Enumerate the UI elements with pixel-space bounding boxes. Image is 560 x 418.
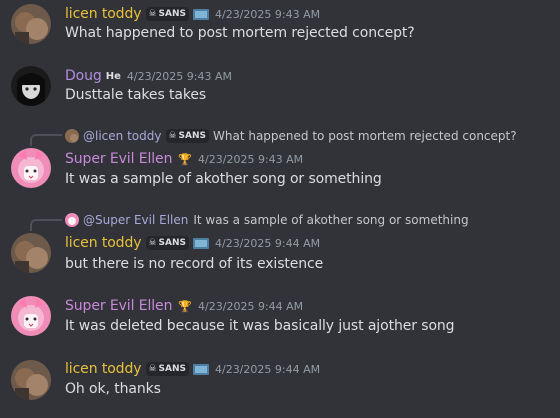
message-text: It was a sample of akother song or somet… bbox=[65, 171, 382, 187]
server-tag[interactable]: ☠ SANS bbox=[146, 362, 189, 376]
avatar[interactable] bbox=[11, 360, 51, 400]
reply-preview[interactable]: @licen toddy ☠ SANS What happened to post… bbox=[65, 128, 517, 144]
server-tag[interactable]: ☠ SANS bbox=[146, 7, 189, 21]
skull-icon: ☠ bbox=[168, 131, 177, 141]
username[interactable]: licen toddy bbox=[65, 235, 142, 251]
timestamp[interactable]: 4/23/2025 9:44 AM bbox=[198, 300, 303, 313]
avatar[interactable] bbox=[11, 4, 51, 44]
avatar-image-licen bbox=[11, 233, 51, 273]
reply-spine bbox=[30, 219, 62, 231]
message: Doug He 4/23/2025 9:43 AM Dusttale takes… bbox=[0, 62, 560, 112]
message: licen toddy ☠ SANS 4/23/2025 9:44 AM Oh o… bbox=[0, 355, 560, 410]
flag-icon bbox=[192, 237, 209, 249]
server-tag-label: SANS bbox=[158, 364, 186, 374]
avatar[interactable] bbox=[11, 296, 51, 336]
reply-author[interactable]: @Super Evil Ellen bbox=[83, 213, 188, 227]
reply-avatar bbox=[65, 129, 79, 143]
avatar-image-doug bbox=[11, 66, 51, 106]
message: licen toddy ☠ SANS 4/23/2025 9:43 AM What… bbox=[0, 0, 560, 50]
username[interactable]: Super Evil Ellen bbox=[65, 151, 172, 167]
skull-icon: ☠ bbox=[148, 9, 157, 19]
flag-icon bbox=[192, 363, 209, 375]
timestamp[interactable]: 4/23/2025 9:44 AM bbox=[215, 363, 320, 376]
server-tag[interactable]: ☠ SANS bbox=[146, 236, 189, 250]
flag-icon bbox=[192, 8, 209, 20]
avatar[interactable] bbox=[11, 233, 51, 273]
reply-avatar bbox=[65, 213, 79, 227]
reply-text: It was a sample of akother song or somet… bbox=[193, 213, 469, 227]
server-tag-label: SANS bbox=[158, 238, 186, 248]
skull-icon: ☠ bbox=[148, 364, 157, 374]
avatar-image-licen bbox=[11, 4, 51, 44]
timestamp[interactable]: 4/23/2025 9:43 AM bbox=[127, 70, 232, 83]
server-tag-label: SANS bbox=[158, 9, 186, 19]
message: @Super Evil Ellen It was a sample of ako… bbox=[0, 209, 560, 281]
avatar[interactable] bbox=[11, 66, 51, 106]
username[interactable]: Doug bbox=[65, 68, 102, 84]
server-tag: ☠ SANS bbox=[166, 129, 209, 143]
reply-spine bbox=[30, 134, 62, 146]
message-text: What happened to post mortem rejected co… bbox=[65, 25, 415, 41]
timestamp[interactable]: 4/23/2025 9:43 AM bbox=[198, 153, 303, 166]
message-text: It was deleted because it was basically … bbox=[65, 318, 455, 334]
username[interactable]: Super Evil Ellen bbox=[65, 298, 172, 314]
reply-text: What happened to post mortem rejected co… bbox=[213, 129, 517, 143]
trophy-icon: 🏆 bbox=[178, 152, 193, 166]
timestamp[interactable]: 4/23/2025 9:44 AM bbox=[215, 237, 320, 250]
server-tag-label: SANS bbox=[178, 131, 206, 141]
message-text: Dusttale takes takes bbox=[65, 87, 207, 103]
username[interactable]: licen toddy bbox=[65, 361, 142, 377]
trophy-icon: 🏆 bbox=[178, 299, 193, 313]
avatar-image-ellen bbox=[11, 296, 51, 336]
timestamp[interactable]: 4/23/2025 9:43 AM bbox=[215, 8, 320, 21]
reply-author[interactable]: @licen toddy bbox=[83, 129, 161, 143]
message-text: Oh ok, thanks bbox=[65, 381, 161, 397]
message-text: but there is no record of its existence bbox=[65, 256, 324, 272]
avatar-image-licen bbox=[11, 360, 51, 400]
message: @licen toddy ☠ SANS What happened to post… bbox=[0, 124, 560, 196]
username[interactable]: licen toddy bbox=[65, 6, 142, 22]
message: Super Evil Ellen 🏆 4/23/2025 9:44 AM It … bbox=[0, 292, 560, 342]
avatar[interactable] bbox=[11, 148, 51, 188]
skull-icon: ☠ bbox=[148, 238, 157, 248]
avatar-image-ellen bbox=[11, 148, 51, 188]
pronoun-badge[interactable]: He bbox=[106, 71, 121, 82]
reply-preview[interactable]: @Super Evil Ellen It was a sample of ako… bbox=[65, 212, 469, 228]
